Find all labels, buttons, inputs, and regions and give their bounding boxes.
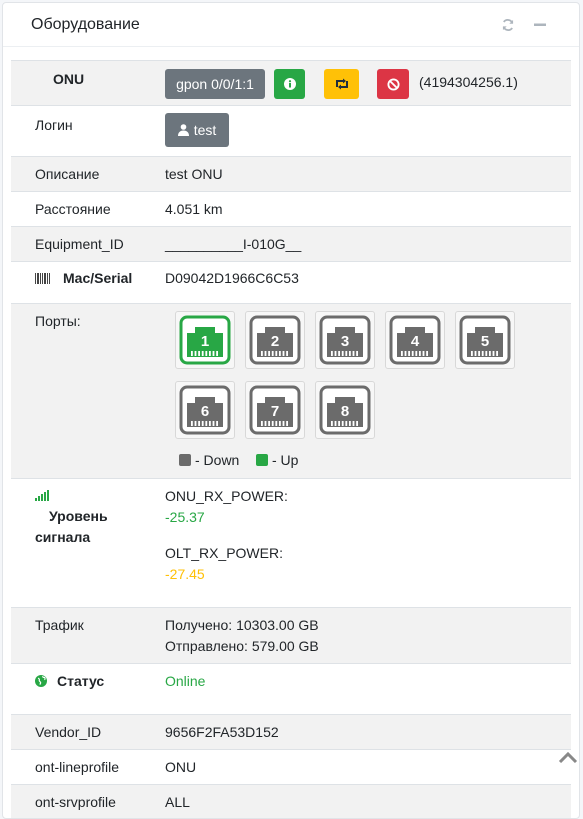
- ethernet-port-icon: 4: [389, 315, 441, 365]
- port-number: 8: [341, 403, 349, 420]
- onu-rx-label: ONU_RX_POWER:: [165, 488, 288, 504]
- port-5[interactable]: 5: [455, 311, 515, 369]
- srvprofile-value: ALL: [165, 794, 190, 810]
- refresh-icon[interactable]: [497, 14, 519, 36]
- olt-rx-label: OLT_RX_POWER:: [165, 545, 283, 561]
- login-button-label: test: [193, 122, 217, 138]
- equipment-id-row: Equipment_ID __________I-010G__: [11, 227, 571, 262]
- status-label: Статус: [57, 673, 105, 689]
- description-label: Описание: [35, 166, 100, 182]
- ports-label: Порты:: [35, 313, 81, 329]
- login-button[interactable]: test: [165, 113, 229, 147]
- traffic-label: Трафик: [35, 617, 84, 633]
- equipment-table: ONU gpon 0/0/1:1 (4194304256.1) Логин te…: [11, 60, 571, 818]
- signal-label-line1: Уровень: [49, 508, 108, 524]
- ethernet-port-icon: 7: [249, 385, 301, 435]
- legend-down-label: - Down: [195, 452, 240, 468]
- equipment-id-label: Equipment_ID: [35, 236, 124, 252]
- info-icon[interactable]: [274, 69, 305, 99]
- login-row: Логин test: [11, 106, 571, 157]
- mac-serial-label: Mac/Serial: [63, 270, 133, 286]
- legend-down: - Down: [179, 452, 239, 468]
- legend-up-swatch: [256, 454, 268, 466]
- card-header: Оборудование: [3, 3, 579, 47]
- equipment-card: Оборудование ONU gpon 0/0/1:1 (419430425…: [2, 2, 580, 819]
- signal-row: Уровень сигнала ONU_RX_POWER: -25.37 OLT…: [11, 479, 571, 608]
- vendor-id-label: Vendor_ID: [35, 724, 102, 740]
- vendor-id-value: 9656F2FA53D152: [165, 724, 279, 740]
- port-number: 4: [411, 333, 420, 350]
- onu-rx-value: -25.37: [165, 509, 205, 525]
- port-8[interactable]: 8: [315, 381, 375, 439]
- barcode-icon: [35, 272, 50, 284]
- port-number: 2: [271, 333, 279, 350]
- traffic-row: Трафик Получено: 10303.00 GB Отправлено:…: [11, 608, 571, 664]
- mac-serial-row: Mac/Serial D09042D1966C6C53: [11, 262, 571, 304]
- vendor-id-row: Vendor_ID 9656F2FA53D152: [11, 715, 571, 750]
- port-3[interactable]: 3: [315, 311, 375, 369]
- mac-serial-value: D09042D1966C6C53: [165, 270, 299, 286]
- ethernet-port-icon: 2: [249, 315, 301, 365]
- port-1[interactable]: 1: [175, 311, 235, 369]
- retweet-icon[interactable]: [324, 69, 359, 99]
- port-number: 5: [481, 333, 489, 350]
- status-row: Статус Online: [11, 664, 571, 715]
- user-icon: [177, 124, 189, 136]
- srvprofile-row: ont-srvprofile ALL: [11, 785, 571, 818]
- onu-row: ONU gpon 0/0/1:1 (4194304256.1): [11, 61, 571, 106]
- mac-serial-label-wrap: Mac/Serial: [35, 270, 132, 286]
- signal-label-line2: сигнала: [35, 529, 91, 545]
- chevron-up-icon[interactable]: [556, 746, 580, 768]
- port-6[interactable]: 6: [175, 381, 235, 439]
- card-title: Оборудование: [31, 15, 140, 33]
- ethernet-port-icon: 1: [179, 315, 231, 365]
- srvprofile-label: ont-srvprofile: [35, 794, 116, 810]
- lineprofile-value: ONU: [165, 759, 197, 775]
- legend-down-swatch: [179, 454, 191, 466]
- status-label-wrap: Статус: [35, 673, 104, 689]
- port-number: 7: [271, 403, 279, 420]
- ethernet-port-icon: 5: [459, 315, 511, 365]
- port-2[interactable]: 2: [245, 311, 305, 369]
- status-value: Online: [165, 673, 206, 689]
- globe-icon: [35, 675, 47, 687]
- equipment-id-value: __________I-010G__: [165, 236, 302, 252]
- port-number: 3: [341, 333, 349, 350]
- legend-up: - Up: [256, 452, 298, 468]
- onu-id: (4194304256.1): [419, 74, 518, 90]
- lineprofile-row: ont-lineprofile ONU: [11, 750, 571, 785]
- distance-value: 4.051 km: [165, 201, 223, 217]
- port-4[interactable]: 4: [385, 311, 445, 369]
- lineprofile-label: ont-lineprofile: [35, 759, 120, 775]
- signal-icon: [35, 490, 49, 501]
- description-value: test ONU: [165, 166, 223, 182]
- ethernet-port-icon: 3: [319, 315, 371, 365]
- olt-rx-value: -27.45: [165, 566, 205, 582]
- port-7[interactable]: 7: [245, 381, 305, 439]
- minus-icon[interactable]: [529, 14, 551, 36]
- port-number: 6: [201, 403, 209, 420]
- ethernet-port-icon: 8: [319, 385, 371, 435]
- ban-icon[interactable]: [377, 69, 409, 99]
- ethernet-port-icon: 6: [179, 385, 231, 435]
- legend-up-label: - Up: [272, 452, 299, 468]
- description-row: Описание test ONU: [11, 157, 571, 192]
- ports-row: Порты: 1 2 3 4 5 6 7 8 - Down - Up: [11, 304, 571, 479]
- traffic-sent: Отправлено: 579.00 GB: [165, 638, 319, 654]
- distance-label: Расстояние: [35, 201, 111, 217]
- onu-label: ONU: [53, 71, 85, 87]
- login-label: Логин: [35, 117, 73, 133]
- distance-row: Расстояние 4.051 km: [11, 192, 571, 227]
- traffic-received: Получено: 10303.00 GB: [165, 617, 319, 633]
- gpon-port-button[interactable]: gpon 0/0/1:1: [165, 69, 265, 99]
- port-number: 1: [201, 333, 209, 350]
